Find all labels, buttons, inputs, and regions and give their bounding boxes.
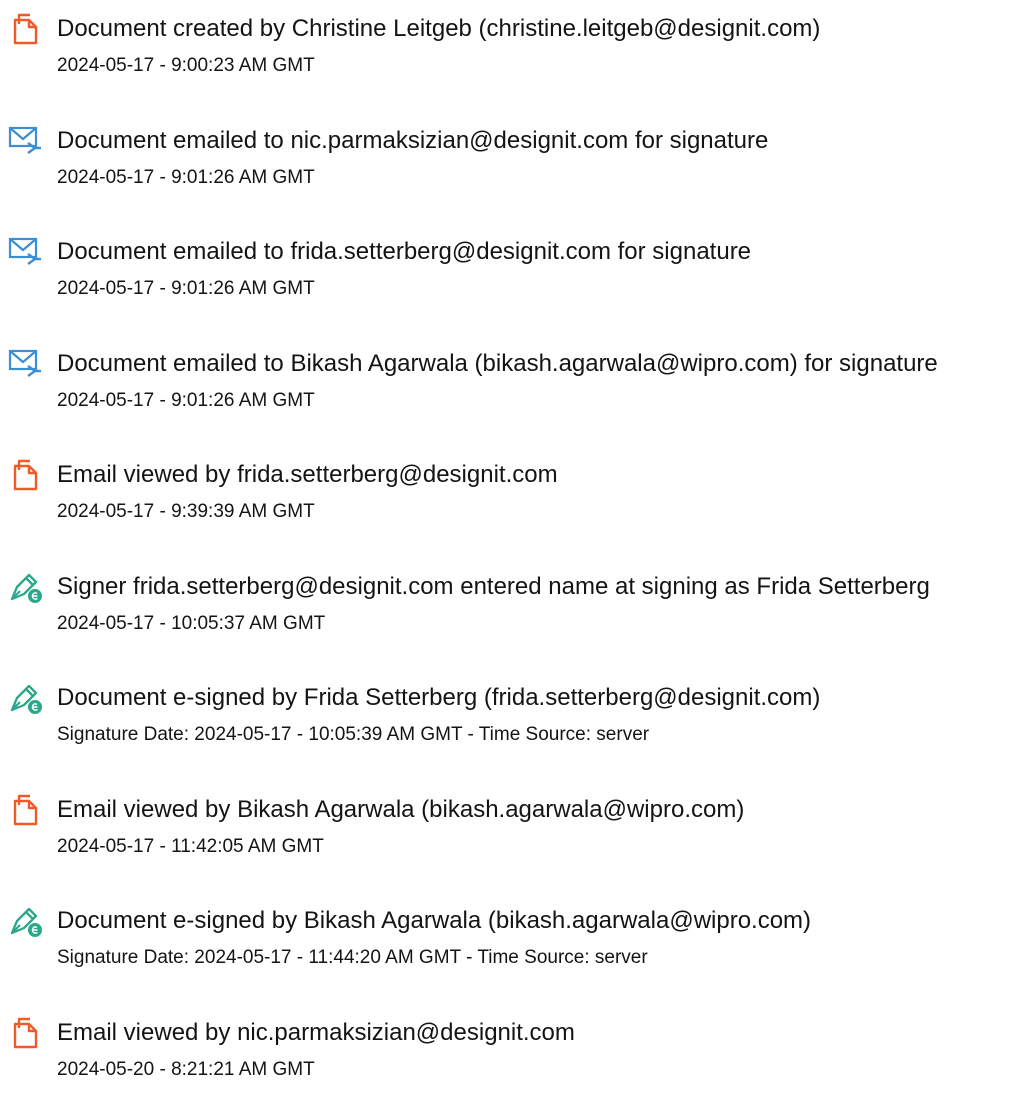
audit-event: Document emailed to frida.setterberg@des…: [0, 234, 1011, 334]
audit-event: Document emailed to Bikash Agarwala (bik…: [0, 346, 1011, 446]
event-title: Document emailed to frida.setterberg@des…: [57, 238, 752, 265]
esign-pen-icon: [8, 680, 44, 716]
email-sent-icon: [8, 234, 44, 270]
event-timestamp: 2024-05-17 - 10:05:37 AM GMT: [57, 613, 326, 634]
event-timestamp: 2024-05-17 - 9:00:23 AM GMT: [57, 55, 315, 76]
event-title: Document e-signed by Frida Setterberg (f…: [57, 684, 821, 711]
event-title: Signer frida.setterberg@designit.com ent…: [57, 573, 930, 600]
document-icon: [8, 11, 44, 47]
event-timestamp: 2024-05-17 - 11:42:05 AM GMT: [57, 836, 324, 857]
esign-pen-icon: [8, 569, 44, 605]
audit-event: Email viewed by nic.parmaksizian@designi…: [0, 1015, 1011, 1115]
event-title: Document emailed to Bikash Agarwala (bik…: [57, 350, 938, 377]
event-title: Document created by Christine Leitgeb (c…: [57, 15, 821, 42]
audit-event: Email viewed by Bikash Agarwala (bikash.…: [0, 792, 1011, 892]
email-sent-icon: [8, 123, 44, 159]
event-title: Email viewed by nic.parmaksizian@designi…: [57, 1019, 575, 1046]
document-icon: [8, 1015, 44, 1051]
event-timestamp: 2024-05-17 - 9:01:26 AM GMT: [57, 278, 315, 299]
event-title: Document e-signed by Bikash Agarwala (bi…: [57, 907, 812, 934]
document-icon: [8, 457, 44, 493]
audit-event: Document created by Christine Leitgeb (c…: [0, 11, 1011, 111]
event-timestamp: 2024-05-17 - 9:01:26 AM GMT: [57, 390, 315, 411]
event-title: Email viewed by Bikash Agarwala (bikash.…: [57, 796, 745, 823]
event-timestamp: 2024-05-17 - 9:01:26 AM GMT: [57, 167, 315, 188]
event-timestamp: Signature Date: 2024-05-17 - 10:05:39 AM…: [57, 724, 650, 745]
audit-event: Email viewed by frida.setterberg@designi…: [0, 457, 1011, 557]
event-title: Email viewed by frida.setterberg@designi…: [57, 461, 558, 488]
document-icon: [8, 792, 44, 828]
event-title: Document emailed to nic.parmaksizian@des…: [57, 127, 769, 154]
event-timestamp: 2024-05-20 - 8:21:21 AM GMT: [57, 1059, 315, 1080]
esign-pen-icon: [8, 903, 44, 939]
audit-event: Document emailed to nic.parmaksizian@des…: [0, 123, 1011, 223]
email-sent-icon: [8, 346, 44, 382]
audit-event: Document e-signed by Frida Setterberg (f…: [0, 680, 1011, 780]
event-timestamp: Signature Date: 2024-05-17 - 11:44:20 AM…: [57, 947, 648, 968]
audit-event: Document e-signed by Bikash Agarwala (bi…: [0, 903, 1011, 1003]
event-timestamp: 2024-05-17 - 9:39:39 AM GMT: [57, 501, 315, 522]
audit-event: Signer frida.setterberg@designit.com ent…: [0, 569, 1011, 669]
